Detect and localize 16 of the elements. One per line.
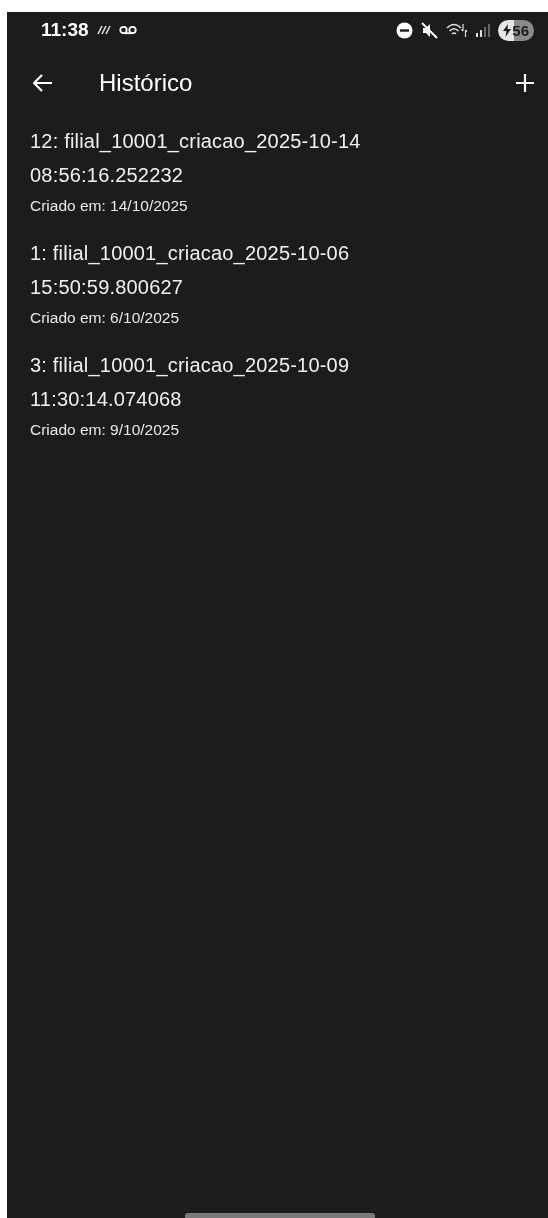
page-title: Histórico [99, 69, 193, 97]
wifi-icon [446, 21, 469, 39]
item-title[interactable]: 3: filial_10001_criacao_2025-10-09 11:30:14.074068 [30, 348, 480, 416]
back-arrow-icon[interactable] [33, 74, 53, 92]
item-date: Criado em: 14/10/2025 [30, 196, 189, 216]
voicemail-icon [118, 25, 137, 35]
signal-lines-icon [96, 25, 111, 35]
item-date: Criado em: 6/10/2025 [30, 308, 181, 328]
signal-icon [476, 23, 491, 37]
add-icon[interactable] [516, 74, 534, 92]
status-time: 11:38 [41, 19, 89, 41]
item-title[interactable]: 1: filial_10001_criacao_2025-10-06 15:50:59.800627 [30, 236, 480, 304]
item-date: Criado em: 9/10/2025 [30, 420, 181, 440]
mute-icon [421, 21, 439, 39]
do-not-disturb-icon [396, 21, 414, 39]
item-title[interactable]: 12: filial_10001_criacao_2025-10-14 08:56:16.252232 [30, 124, 480, 192]
